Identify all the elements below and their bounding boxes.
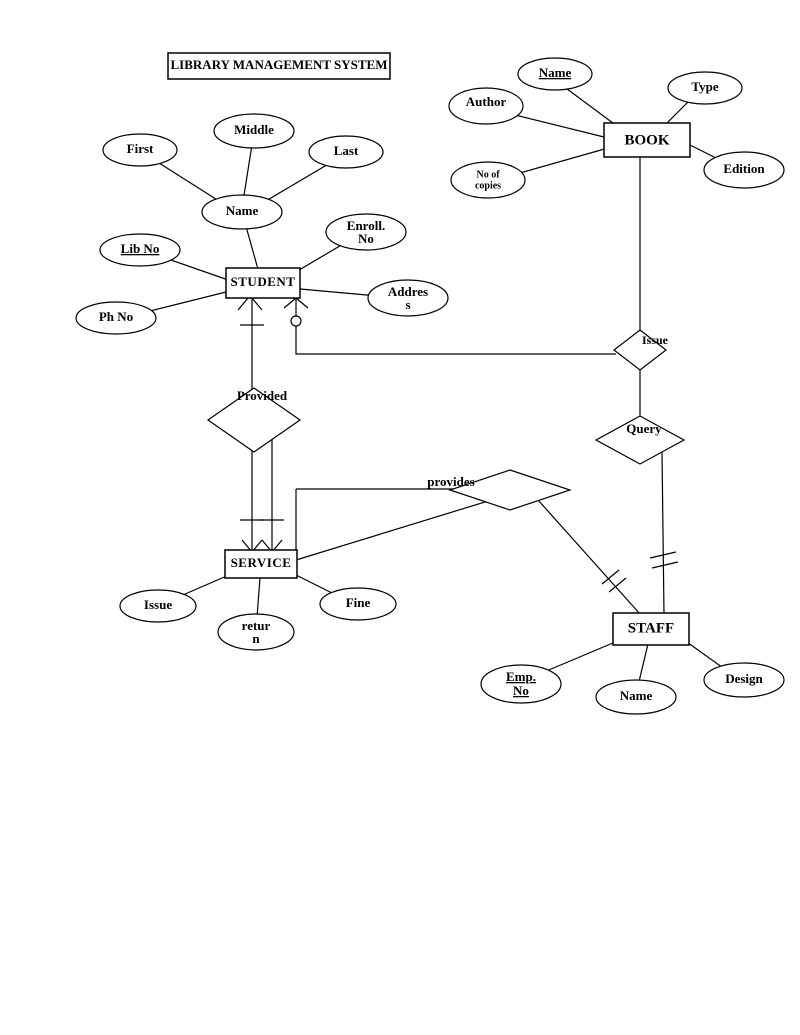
attr-student-first-label: First xyxy=(127,141,154,156)
attr-student-libno-label: Lib No xyxy=(121,241,160,256)
link-provides-staff xyxy=(538,500,640,614)
attr-book-type-label: Type xyxy=(691,79,718,94)
relationship-issue-label: Issue xyxy=(642,333,669,347)
attr-service-fine-label: Fine xyxy=(346,595,371,610)
crow-provided-a xyxy=(238,298,248,310)
attr-service-return-l2: n xyxy=(252,631,260,646)
tick-query-b xyxy=(652,562,678,568)
crow-provided-b xyxy=(252,298,262,310)
attr-staff-empno-l2: No xyxy=(513,683,529,698)
attr-service-issue-label: Issue xyxy=(144,597,172,612)
tick-provides-b xyxy=(609,578,626,592)
entity-service-label: SERVICE xyxy=(231,555,292,570)
er-diagram: LIBRARY MANAGEMENT SYSTEM BOOK Name Auth… xyxy=(0,0,800,1035)
page-title: LIBRARY MANAGEMENT SYSTEM xyxy=(171,57,388,72)
crow1a xyxy=(284,298,296,308)
link-query-staff xyxy=(662,452,664,614)
attr-student-name-label: Name xyxy=(226,203,259,218)
attr-student-enroll-l2: No xyxy=(358,231,374,246)
attr-book-copies-l2: copies xyxy=(475,180,501,191)
entity-book-label: BOOK xyxy=(624,132,669,148)
entity-student-label: STUDENT xyxy=(231,274,296,289)
attr-staff-design-label: Design xyxy=(725,671,763,686)
relationship-provided-label: Provided xyxy=(237,388,288,403)
attr-student-middle-label: Middle xyxy=(234,122,274,137)
entity-staff-label: STAFF xyxy=(628,620,674,636)
attr-book-author-label: Author xyxy=(466,94,507,109)
attr-book-edition-label: Edition xyxy=(723,161,765,176)
cardinality-circle xyxy=(291,316,301,326)
attr-book-name-label: Name xyxy=(539,65,572,80)
crow1b xyxy=(296,298,308,308)
attr-student-phno-label: Ph No xyxy=(99,309,133,324)
attr-student-address-l2: s xyxy=(405,297,410,312)
relationship-provides-label: provides xyxy=(427,474,474,489)
attr-staff-empno-l1: Emp. xyxy=(506,669,536,684)
attr-book-copies-l1: No of xyxy=(476,169,500,180)
attr-student-last-label: Last xyxy=(334,143,359,158)
attr-staff-name-label: Name xyxy=(620,688,653,703)
relationship-query-label: Query xyxy=(626,421,662,436)
link-issue-student xyxy=(296,298,616,354)
